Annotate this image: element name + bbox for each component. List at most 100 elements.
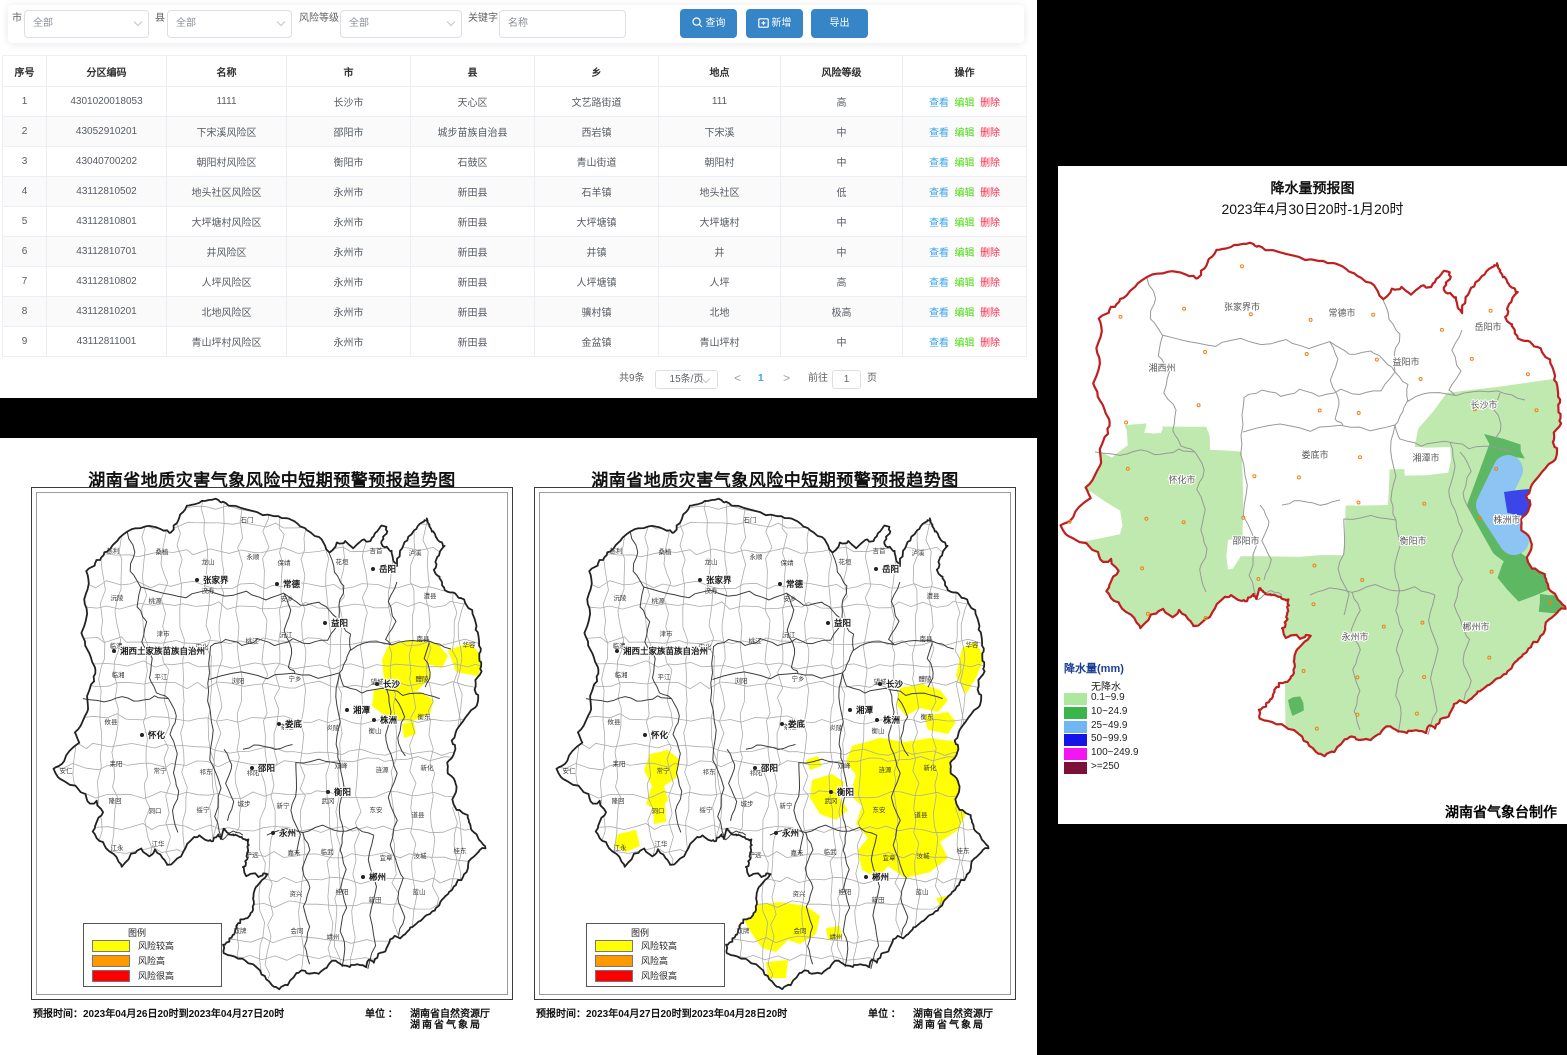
svg-text:永顺: 永顺 — [750, 552, 764, 561]
svg-text:平江: 平江 — [658, 673, 672, 681]
svg-text:会同: 会同 — [291, 926, 304, 935]
svg-text:龙山: 龙山 — [705, 557, 718, 566]
svg-text:新宁: 新宁 — [780, 801, 794, 810]
svg-text:湘潭: 湘潭 — [856, 705, 874, 715]
svg-text:宁远: 宁远 — [749, 850, 763, 859]
svg-text:邵阳: 邵阳 — [760, 763, 778, 773]
svg-text:石门: 石门 — [241, 515, 254, 524]
svg-text:湘西土家族苗族自治州: 湘西土家族苗族自治州 — [120, 646, 205, 656]
svg-text:泸溪: 泸溪 — [912, 548, 926, 557]
svg-text:石门: 石门 — [744, 515, 757, 524]
svg-text:临武: 临武 — [321, 847, 335, 856]
svg-text:衡阳市: 衡阳市 — [1399, 535, 1426, 546]
svg-text:绥宁: 绥宁 — [700, 805, 714, 814]
svg-text:新田: 新田 — [872, 895, 885, 904]
svg-text:衡阳: 衡阳 — [334, 787, 351, 797]
svg-text:祁东: 祁东 — [703, 767, 717, 776]
svg-text:长沙: 长沙 — [886, 679, 904, 689]
svg-text:临武: 临武 — [824, 847, 838, 856]
svg-text:耒阳: 耒阳 — [110, 759, 123, 768]
svg-text:洞口: 洞口 — [149, 806, 162, 815]
svg-text:湘潭市: 湘潭市 — [1412, 452, 1439, 463]
svg-text:蓝山: 蓝山 — [413, 887, 426, 896]
svg-text:益阳: 益阳 — [834, 618, 851, 628]
svg-text:湘西土家族苗族自治州: 湘西土家族苗族自治州 — [623, 646, 708, 656]
svg-text:华容: 华容 — [966, 640, 980, 649]
svg-text:花垣: 花垣 — [336, 557, 350, 566]
svg-text:株洲: 株洲 — [883, 715, 900, 725]
svg-text:益阳: 益阳 — [331, 618, 348, 628]
svg-text:岳阳市: 岳阳市 — [1474, 321, 1501, 332]
svg-text:娄底市: 娄底市 — [1301, 449, 1328, 460]
svg-text:保靖: 保靖 — [781, 558, 795, 567]
svg-text:双牌: 双牌 — [737, 926, 751, 935]
svg-text:永州市: 永州市 — [1341, 631, 1368, 642]
svg-text:沅江: 沅江 — [280, 631, 294, 639]
svg-text:临湘: 临湘 — [615, 670, 628, 679]
svg-text:安仁: 安仁 — [563, 766, 577, 775]
svg-text:城步: 城步 — [238, 800, 252, 808]
svg-text:东安: 东安 — [370, 805, 384, 814]
svg-text:桑植: 桑植 — [659, 547, 673, 556]
svg-text:宜章: 宜章 — [883, 853, 897, 862]
svg-text:益阳市: 益阳市 — [1392, 356, 1419, 367]
svg-text:郴州市: 郴州市 — [1462, 621, 1489, 632]
svg-text:长沙市: 长沙市 — [1470, 399, 1497, 410]
svg-text:道县: 道县 — [412, 810, 426, 819]
svg-text:涟源: 涟源 — [376, 765, 390, 774]
svg-text:张家界: 张家界 — [706, 575, 732, 585]
svg-text:宁乡: 宁乡 — [289, 674, 302, 683]
svg-text:江华: 江华 — [655, 839, 669, 848]
svg-text:宜章: 宜章 — [380, 853, 394, 862]
svg-text:沅江: 沅江 — [783, 631, 797, 639]
svg-text:株洲: 株洲 — [380, 715, 397, 725]
svg-text:城步: 城步 — [741, 800, 755, 808]
svg-text:宁远: 宁远 — [246, 850, 260, 859]
svg-text:双峰: 双峰 — [838, 761, 852, 770]
svg-text:常德市: 常德市 — [1328, 307, 1355, 318]
svg-text:安仁: 安仁 — [60, 766, 74, 775]
svg-text:浏阳: 浏阳 — [735, 676, 748, 685]
svg-text:汉寿: 汉寿 — [202, 586, 216, 595]
svg-text:桑植: 桑植 — [156, 547, 170, 556]
svg-text:耒阳: 耒阳 — [613, 759, 626, 768]
svg-text:嘉禾: 嘉禾 — [791, 848, 805, 857]
svg-text:怀化: 怀化 — [651, 730, 669, 740]
svg-text:汝城: 汝城 — [414, 851, 428, 860]
svg-text:沅陵: 沅陵 — [111, 593, 125, 602]
svg-text:嘉禾: 嘉禾 — [288, 848, 302, 857]
svg-text:绥宁: 绥宁 — [197, 805, 211, 814]
svg-text:道县: 道县 — [915, 810, 929, 819]
svg-text:桂东: 桂东 — [454, 846, 468, 855]
svg-text:醴陵: 醴陵 — [416, 674, 430, 683]
svg-text:靖州: 靖州 — [327, 932, 340, 941]
svg-text:泸溪: 泸溪 — [409, 548, 423, 557]
svg-text:湘潭: 湘潭 — [353, 705, 371, 715]
svg-text:澧县: 澧县 — [927, 591, 941, 600]
svg-text:吉首: 吉首 — [370, 546, 384, 555]
svg-text:桃江: 桃江 — [749, 636, 763, 645]
svg-text:新田: 新田 — [369, 895, 382, 904]
svg-text:攸县: 攸县 — [608, 717, 622, 726]
svg-text:邵阳: 邵阳 — [257, 763, 275, 773]
svg-text:郴州: 郴州 — [872, 872, 889, 882]
svg-text:炎陵: 炎陵 — [830, 723, 844, 732]
svg-text:南县: 南县 — [417, 634, 431, 643]
svg-text:桂阳: 桂阳 — [839, 887, 852, 896]
svg-text:吉首: 吉首 — [873, 546, 887, 555]
svg-text:武冈: 武冈 — [322, 796, 335, 805]
svg-text:张家界市: 张家界市 — [1224, 301, 1260, 312]
svg-text:汉寿: 汉寿 — [705, 586, 719, 595]
svg-text:南县: 南县 — [920, 634, 934, 643]
svg-text:安乡: 安乡 — [784, 594, 797, 603]
svg-text:隆回: 隆回 — [109, 796, 122, 805]
svg-text:双牌: 双牌 — [234, 926, 248, 935]
svg-text:津市: 津市 — [660, 629, 674, 638]
svg-text:江永: 江永 — [614, 843, 628, 852]
svg-text:怀化: 怀化 — [148, 730, 166, 740]
svg-text:常德: 常德 — [786, 579, 804, 589]
svg-text:江华: 江华 — [152, 839, 166, 848]
svg-text:江永: 江永 — [111, 843, 125, 852]
svg-text:临湘: 临湘 — [112, 670, 125, 679]
svg-text:澧县: 澧县 — [424, 591, 438, 600]
